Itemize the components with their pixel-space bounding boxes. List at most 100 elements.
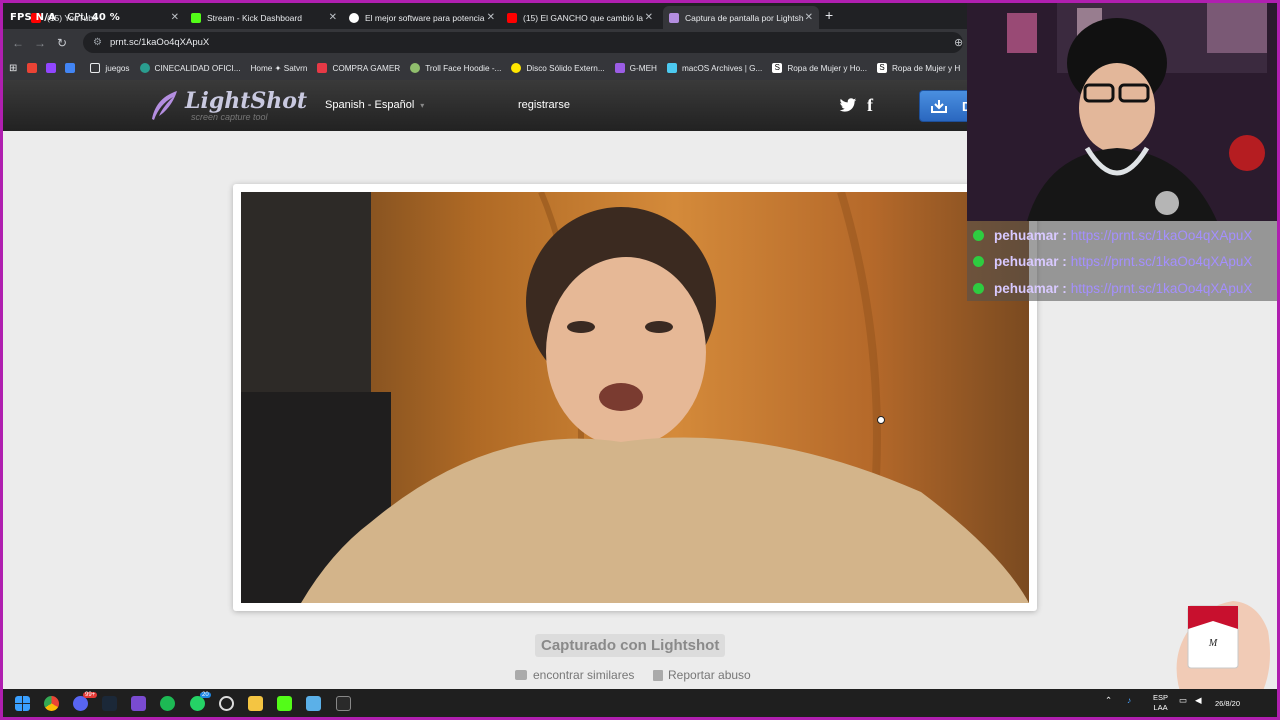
notepad-icon[interactable] bbox=[306, 696, 321, 711]
lightshot-logo[interactable]: LightShot screen capture tool bbox=[149, 89, 307, 123]
reload-icon[interactable]: ↻ bbox=[51, 36, 73, 50]
obs-icon[interactable] bbox=[219, 696, 234, 711]
bookmark-disco[interactable]: Disco Sólido Extern... bbox=[511, 63, 605, 73]
clock-date: 26/8/20 bbox=[1215, 699, 1241, 708]
chat-message: pehuamar : https://prnt.sc/1kaOo4qXApuX bbox=[973, 250, 1252, 272]
fps-value: N/A bbox=[35, 12, 57, 23]
tab-software[interactable]: El mejor software para potencia ✕ bbox=[343, 6, 501, 29]
bookmark-label: Troll Face Hoodie -... bbox=[425, 63, 502, 73]
tab-title: Captura de pantalla por Lightsh bbox=[685, 12, 804, 23]
cpu-label: CPU bbox=[67, 12, 89, 23]
forward-icon[interactable]: → bbox=[29, 36, 51, 50]
bookmark-label: Disco Sólido Extern... bbox=[526, 63, 605, 73]
register-link[interactable]: registrarse bbox=[518, 99, 570, 111]
drive-icon[interactable] bbox=[65, 63, 80, 73]
epic-games-icon[interactable] bbox=[336, 696, 351, 711]
back-icon[interactable]: ← bbox=[7, 36, 29, 50]
kick-icon[interactable] bbox=[277, 696, 292, 711]
close-icon[interactable]: ✕ bbox=[805, 12, 813, 23]
chrome-icon[interactable] bbox=[44, 696, 59, 711]
gmeh-icon bbox=[614, 63, 625, 73]
find-similar-label: encontrar similares bbox=[533, 668, 635, 682]
apps-icon[interactable]: ⊞ bbox=[9, 63, 17, 74]
volume-icon[interactable]: ◀ bbox=[1195, 695, 1202, 706]
network-icon[interactable]: ▭ bbox=[1179, 695, 1187, 706]
bookmark-shein-1[interactable]: S Ropa de Mujer y Ho... bbox=[772, 63, 867, 73]
chat-message: pehuamar : https://prnt.sc/1kaOo4qXApuX bbox=[973, 277, 1252, 299]
svg-text:M: M bbox=[1208, 638, 1218, 649]
bookmark-juegos[interactable]: juegos bbox=[90, 63, 130, 73]
whatsapp-badge: 20 bbox=[200, 692, 211, 698]
gmail-icon[interactable] bbox=[27, 63, 42, 73]
steam-icon[interactable] bbox=[102, 696, 117, 711]
chat-text: https://prnt.sc/1kaOo4qXApuX bbox=[1070, 227, 1253, 243]
chat-username: pehuamar bbox=[994, 280, 1059, 296]
language-code: ESP bbox=[1153, 693, 1169, 702]
cinecalidad-icon bbox=[139, 63, 150, 73]
mercadolibre-icon bbox=[511, 63, 522, 73]
find-similar-link[interactable]: encontrar similares bbox=[515, 668, 634, 682]
language-select[interactable]: Spanish - Español ▾ bbox=[325, 99, 424, 111]
bookmark-label: Ropa de Mujer y H bbox=[891, 63, 961, 73]
close-icon[interactable]: ✕ bbox=[645, 12, 653, 23]
hand-sticker: M bbox=[1176, 601, 1271, 701]
tab-lightshot[interactable]: Captura de pantalla por Lightsh ✕ bbox=[663, 6, 819, 29]
bookmark-label: Home ✦ Satvrn bbox=[250, 64, 308, 73]
layout-code: LAA bbox=[1153, 703, 1168, 712]
bookmark-trollface[interactable]: Troll Face Hoodie -... bbox=[410, 63, 501, 73]
bookmark-label: Ropa de Mujer y Ho... bbox=[787, 63, 867, 73]
url-text: prnt.sc/1kaOo4qXApuX bbox=[109, 37, 210, 48]
bookmark-satvrn[interactable]: Home ✦ Satvrn bbox=[251, 63, 308, 73]
mouse-cursor bbox=[877, 416, 885, 424]
spotify-icon[interactable] bbox=[160, 696, 175, 711]
bookmark-shein-2[interactable]: S Ropa de Mujer y H bbox=[876, 63, 961, 73]
verified-badge-icon bbox=[973, 282, 984, 294]
app-icon[interactable] bbox=[131, 696, 146, 711]
address-bar[interactable]: ⚙ prnt.sc/1kaOo4qXApuX bbox=[83, 32, 963, 53]
folder-icon bbox=[90, 63, 101, 73]
screenshot-image[interactable] bbox=[241, 192, 1029, 603]
bookmark-compragamer[interactable]: COMPRA GAMER bbox=[317, 63, 400, 73]
microphone-icon[interactable]: ♪ bbox=[1127, 695, 1131, 705]
discord-icon[interactable] bbox=[73, 696, 88, 711]
screen-frame: (15) YouTube ✕ Stream - Kick Dashboard ✕… bbox=[3, 3, 1277, 717]
close-icon[interactable]: ✕ bbox=[329, 12, 337, 23]
whatsapp-icon[interactable] bbox=[190, 696, 205, 711]
bookmark-label: macOS Archives | G... bbox=[681, 63, 763, 73]
report-abuse-label: Reportar abuso bbox=[668, 668, 751, 682]
logo-name: LightShot bbox=[185, 88, 308, 114]
bookmark-label: CINECALIDAD OFICI... bbox=[154, 63, 241, 73]
zoom-icon[interactable]: ⊕ bbox=[954, 36, 963, 49]
tab-title: (15) El GANCHO que cambió la bbox=[523, 12, 643, 23]
new-tab-button[interactable]: + bbox=[825, 7, 833, 23]
close-icon[interactable]: ✕ bbox=[487, 12, 495, 23]
facebook-icon[interactable]: f bbox=[867, 95, 873, 116]
file-explorer-icon[interactable] bbox=[248, 696, 263, 711]
twitter-icon[interactable] bbox=[839, 98, 857, 113]
bookmark-macos[interactable]: macOS Archives | G... bbox=[666, 63, 763, 73]
close-icon[interactable]: ✕ bbox=[171, 12, 179, 23]
shein-icon: S bbox=[876, 63, 887, 73]
captured-photo bbox=[241, 192, 1029, 603]
performance-overlay: FPS N/A CPU 40 % bbox=[10, 12, 120, 23]
bookmark-cinecalidad[interactable]: CINECALIDAD OFICI... bbox=[139, 63, 241, 73]
chat-username: pehuamar bbox=[994, 227, 1059, 243]
tab-kick-dashboard[interactable]: Stream - Kick Dashboard ✕ bbox=[185, 6, 343, 29]
chevron-up-icon[interactable]: ⌃ bbox=[1105, 695, 1112, 706]
screenshot-card bbox=[233, 184, 1037, 611]
bookmark-gmeh[interactable]: G-MEH bbox=[614, 63, 657, 73]
site-info-icon[interactable]: ⚙ bbox=[93, 37, 102, 48]
chat-text: https://prnt.sc/1kaOo4qXApuX bbox=[1070, 280, 1253, 296]
bookmark-label: juegos bbox=[105, 63, 130, 73]
download-icon bbox=[931, 100, 947, 113]
windows-start-icon[interactable] bbox=[15, 696, 30, 711]
twitch-icon[interactable] bbox=[46, 63, 61, 73]
camera-icon bbox=[515, 670, 527, 680]
diamond-icon bbox=[349, 12, 359, 23]
input-language[interactable]: ESP LAA bbox=[1153, 693, 1168, 713]
trollface-icon bbox=[410, 63, 421, 73]
tab-youtube-video[interactable]: (15) El GANCHO que cambió la ✕ bbox=[501, 6, 659, 29]
webcam-feed bbox=[967, 3, 1277, 221]
report-abuse-link[interactable]: Reportar abuso bbox=[653, 668, 751, 682]
report-icon bbox=[653, 669, 663, 681]
